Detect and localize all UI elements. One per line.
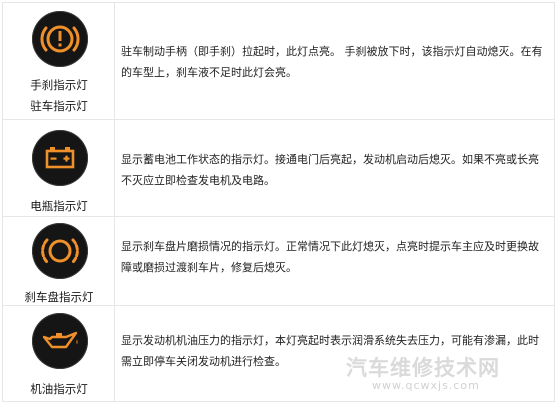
indicator-description: 显示蓄电池工作状态的指示灯。接通电门后亮起，发动机启动后熄灭。如果不亮或长亮不灭… xyxy=(121,153,539,187)
watermark-url: www.qcwxjs.com xyxy=(372,379,480,392)
icon-cell: 机油指示灯 xyxy=(3,306,115,401)
table-row: 手刹指示灯 驻车指示灯 驻车制动手柄（即手刹）拉起时，此灯点亮。 手刹被放下时，… xyxy=(3,3,554,120)
indicator-alt-name: 驻车指示灯 xyxy=(30,99,88,113)
handbrake-warning-icon xyxy=(32,11,88,67)
indicator-name: 机油指示灯 xyxy=(30,382,88,396)
indicator-description: 显示刹车盘片磨损情况的指示灯。正常情况下此灯熄灭，点亮时提示车主应及时更换故障或… xyxy=(121,240,539,274)
indicator-name: 电瓶指示灯 xyxy=(30,199,88,213)
indicator-name: 手刹指示灯 xyxy=(30,78,88,92)
icon-cell: 手刹指示灯 驻车指示灯 xyxy=(3,3,115,119)
watermark-text: 汽车维修技术网 xyxy=(346,356,500,380)
indicator-name: 刹车盘指示灯 xyxy=(24,290,94,304)
brake-pad-wear-icon xyxy=(32,223,88,279)
icon-cell: 刹车盘指示灯 xyxy=(3,217,115,305)
indicator-description: 驻车制动手柄（即手刹）拉起时，此灯点亮。 手刹被放下时，该指示灯自动熄灭。在有的… xyxy=(121,45,543,79)
battery-icon xyxy=(32,130,88,186)
indicator-table: 手刹指示灯 驻车指示灯 驻车制动手柄（即手刹）拉起时，此灯点亮。 手刹被放下时，… xyxy=(2,2,555,402)
table-row: 电瓶指示灯 显示蓄电池工作状态的指示灯。接通电门后亮起，发动机启动后熄灭。如果不… xyxy=(3,120,554,217)
table-row: 刹车盘指示灯 显示刹车盘片磨损情况的指示灯。正常情况下此灯熄灭，点亮时提示车主应… xyxy=(3,217,554,306)
icon-cell: 电瓶指示灯 xyxy=(3,120,115,216)
oil-can-icon xyxy=(32,313,88,369)
